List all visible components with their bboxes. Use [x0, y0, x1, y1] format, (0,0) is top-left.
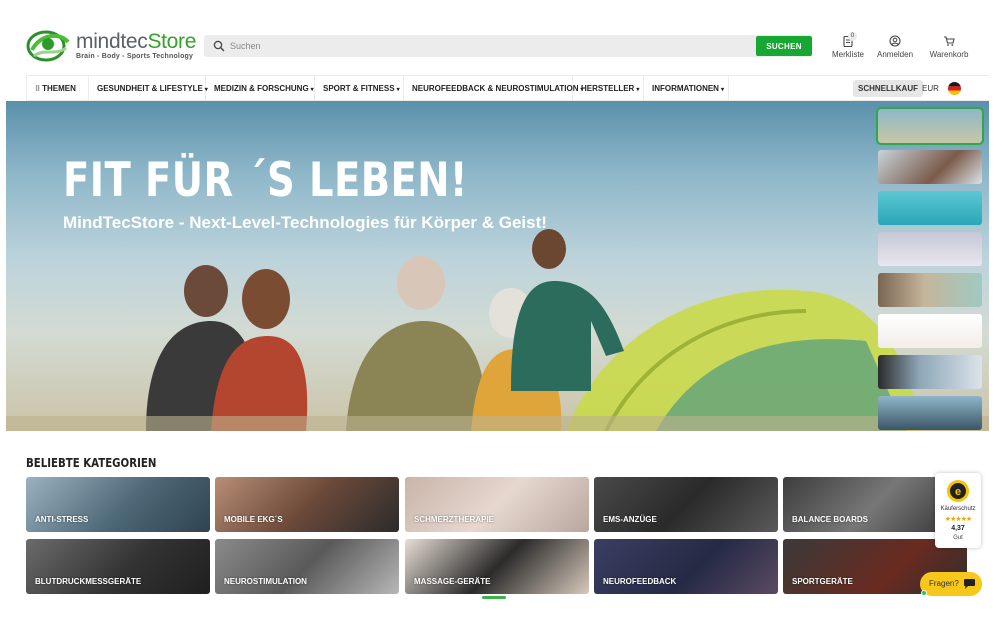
search-input[interactable]	[230, 35, 750, 57]
logo-name-part2: Store	[147, 30, 197, 53]
user-icon	[889, 35, 901, 47]
cart-icon	[944, 36, 955, 46]
hero-thumbnail[interactable]	[878, 232, 982, 266]
login-label: Anmelden	[877, 50, 914, 59]
quick-buy-button[interactable]: SCHNELLKAUF	[853, 80, 923, 97]
hero-thumbnail[interactable]	[878, 191, 982, 225]
page: mindtecStore Brain - Body - Sports Techn…	[0, 0, 1000, 625]
category-label: NEUROFEEDBACK	[603, 577, 677, 586]
categories-title: BELIEBTE KATEGORIEN	[26, 456, 157, 470]
logo-name: mindtecStore	[76, 30, 196, 54]
hero-thumbnail[interactable]	[878, 355, 982, 389]
search-bar: SUCHEN	[204, 35, 812, 57]
trust-score: 4,37	[951, 525, 965, 532]
currency-selector[interactable]: EUR	[922, 76, 939, 101]
caret-down-icon: ▾	[396, 87, 400, 93]
nav-item-themen[interactable]: ⠿ THEMEN	[26, 76, 89, 101]
caret-down-icon: ▾	[720, 87, 724, 93]
category-tile[interactable]: SCHMERZTHERAPIE	[405, 477, 589, 532]
caret-down-icon: ▾	[636, 87, 640, 93]
nav-item-label: HERSTELLER	[581, 84, 635, 93]
logo-tagline: Brain - Body - Sports Technology	[76, 53, 194, 60]
nav-item-label: SPORT & FITNESS	[323, 84, 395, 93]
category-label: BLUTDRUCKMESSGERÄTE	[35, 577, 142, 586]
nav-item-informationen[interactable]: INFORMATIONEN ▾	[644, 76, 729, 101]
category-tile[interactable]: NEUROFEEDBACK	[594, 539, 778, 594]
nav-item-label: THEMEN	[42, 84, 76, 93]
chat-bubble-icon	[964, 579, 975, 589]
category-label: SPORTGERÄTE	[792, 577, 853, 586]
category-label: MASSAGE-GERÄTE	[414, 577, 491, 586]
trust-grade: Gut	[953, 535, 963, 541]
hero-thumbnail[interactable]	[876, 107, 984, 145]
chat-label: Fragen?	[929, 579, 959, 588]
wishlist-label: Merkliste	[831, 50, 864, 59]
category-label: NEUROSTIMULATION	[224, 577, 307, 586]
nav-item-neurofeedback[interactable]: NEUROFEEDBACK & NEUROSTIMULATION ▾	[404, 76, 584, 101]
caret-down-icon: ▾	[310, 87, 314, 93]
logo[interactable]: mindtecStore Brain - Body - Sports Techn…	[26, 26, 196, 70]
category-tile[interactable]: MOBILE EKG´S	[215, 477, 399, 532]
header: mindtecStore Brain - Body - Sports Techn…	[6, 0, 989, 74]
category-tile[interactable]: EMS-ANZÜGE	[594, 477, 778, 532]
hero-family-photo	[6, 229, 989, 431]
search-icon	[213, 40, 225, 52]
category-tile[interactable]: BLUTDRUCKMESSGERÄTE	[26, 539, 210, 594]
main-nav: ⠿ THEMEN GESUNDHEIT & LIFESTYLE ▾ MEDIZIN…	[26, 75, 989, 101]
category-label: SCHMERZTHERAPIE	[414, 515, 495, 524]
category-label: ANTI-STRESS	[35, 515, 89, 524]
category-label: EMS-ANZÜGE	[603, 515, 657, 524]
nav-item-gesundheit[interactable]: GESUNDHEIT & LIFESTYLE ▾	[89, 76, 208, 101]
nav-item-label: MEDIZIN & FORSCHUNG	[214, 84, 309, 93]
category-tile[interactable]: NEUROSTIMULATION	[215, 539, 399, 594]
nav-item-medizin[interactable]: MEDIZIN & FORSCHUNG ▾	[206, 76, 315, 101]
nav-item-sport[interactable]: SPORT & FITNESS ▾	[315, 76, 404, 101]
trusted-shops-icon: e	[947, 480, 969, 502]
category-label: MOBILE EKG´S	[224, 515, 283, 524]
carousel-indicator[interactable]	[482, 596, 506, 599]
search-button[interactable]: SUCHEN	[756, 36, 812, 56]
hero-thumbnail[interactable]	[878, 273, 982, 307]
cart-button[interactable]: Warenkorb	[926, 35, 972, 59]
cart-label: Warenkorb	[929, 50, 969, 59]
category-tile[interactable]: ANTI-STRESS	[26, 477, 210, 532]
nav-item-hersteller[interactable]: HERSTELLER ▾	[573, 76, 644, 101]
hero-thumbnail[interactable]	[878, 150, 982, 184]
german-flag-icon[interactable]	[948, 82, 961, 95]
wishlist-count-badge: 0	[848, 32, 857, 41]
hero-subtitle: MindTecStore - Next-Level-Technologies f…	[63, 213, 547, 232]
nav-item-label: GESUNDHEIT & LIFESTYLE	[97, 84, 203, 93]
hero-thumbnail[interactable]	[878, 314, 982, 348]
nav-item-label: NEUROFEEDBACK & NEUROSTIMULATION	[412, 84, 579, 93]
hero-thumbnails	[876, 107, 984, 430]
trust-badge[interactable]: e Käuferschutz ★★★★★ 4,37 Gut	[935, 473, 981, 548]
category-tile[interactable]: MASSAGE-GERÄTE	[405, 539, 589, 594]
store-frame: mindtecStore Brain - Body - Sports Techn…	[6, 0, 989, 600]
hero-thumbnail[interactable]	[878, 396, 982, 430]
chat-button[interactable]: Fragen?	[920, 572, 982, 596]
online-status-dot	[921, 590, 927, 596]
category-label: BALANCE BOARDS	[792, 515, 868, 524]
trust-label: Käuferschutz	[940, 506, 976, 512]
login-button[interactable]: Anmelden	[877, 35, 913, 59]
wishlist-button[interactable]: 0 Merkliste	[830, 32, 866, 59]
hero-banner[interactable]: FIT FÜR ´S LEBEN! MindTecStore - Next-Le…	[6, 101, 989, 431]
svg-text:e: e	[955, 486, 961, 498]
nav-item-label: INFORMATIONEN	[652, 84, 719, 93]
trust-stars: ★★★★★	[944, 516, 972, 523]
logo-swirl-icon	[26, 30, 70, 62]
hero-title: FIT FÜR ´S LEBEN!	[63, 153, 468, 208]
logo-name-part1: mindtec	[76, 30, 148, 53]
